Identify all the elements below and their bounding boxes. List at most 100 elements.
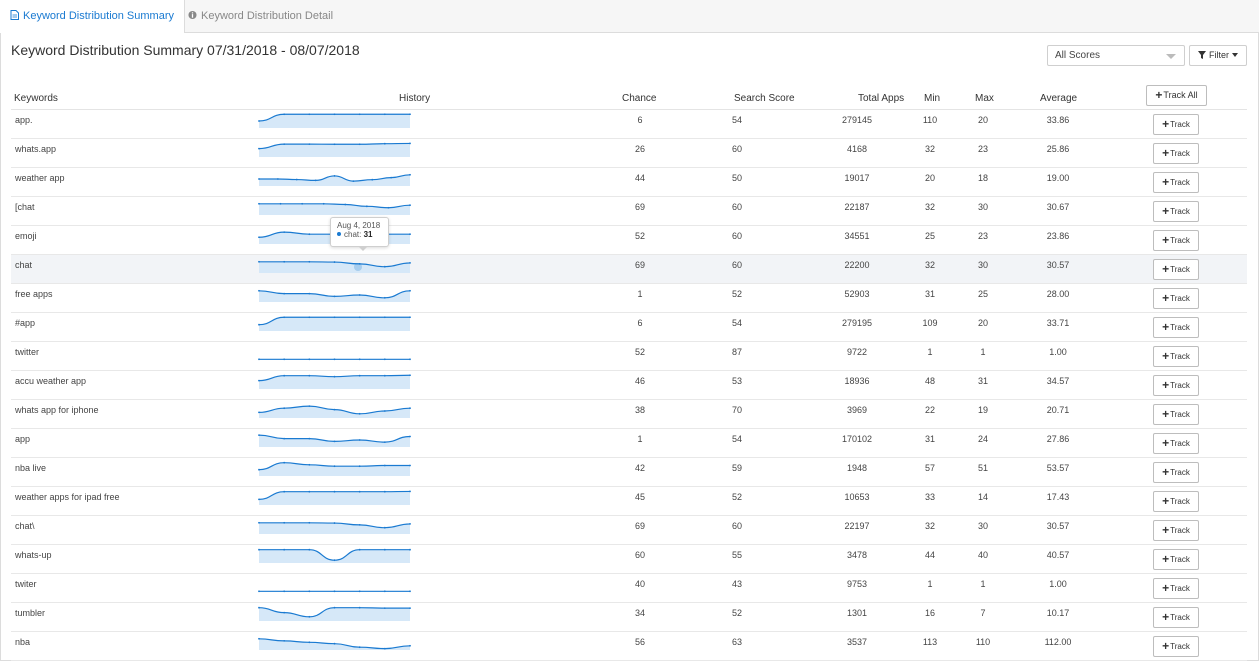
sparkline-point xyxy=(409,590,411,593)
chance-cell: 52 xyxy=(634,231,645,241)
track-button[interactable]: +Track xyxy=(1153,172,1199,193)
min-cell: 33 xyxy=(924,492,935,502)
sparkline-point xyxy=(308,113,311,116)
column-header-min[interactable]: Min xyxy=(924,93,940,104)
track-button[interactable]: +Track xyxy=(1153,288,1199,309)
history-sparkline[interactable] xyxy=(258,169,411,189)
sparkline-point xyxy=(258,147,260,150)
track-button[interactable]: +Track xyxy=(1153,462,1199,483)
sparkline-point xyxy=(409,523,411,525)
track-label: Track xyxy=(1170,294,1190,303)
history-sparkline[interactable] xyxy=(258,198,411,218)
sparkline-point xyxy=(279,202,282,205)
sparkline-point xyxy=(383,142,386,145)
history-sparkline[interactable] xyxy=(258,372,411,392)
track-button[interactable]: +Track xyxy=(1153,520,1199,541)
track-button[interactable]: +Track xyxy=(1153,549,1199,570)
history-sparkline[interactable] xyxy=(258,285,411,305)
sparkline-point xyxy=(283,437,286,440)
history-sparkline[interactable] xyxy=(258,430,411,450)
history-sparkline[interactable] xyxy=(258,111,411,131)
min-cell: 31 xyxy=(924,289,935,299)
track-button[interactable]: +Track xyxy=(1153,578,1199,599)
search-score-cell: 63 xyxy=(731,637,742,647)
track-button[interactable]: +Track xyxy=(1153,607,1199,628)
min-cell: 32 xyxy=(924,144,935,154)
track-label: Track xyxy=(1170,323,1190,332)
track-button[interactable]: +Track xyxy=(1153,230,1199,251)
sparkline-point xyxy=(383,441,386,443)
track-button[interactable]: +Track xyxy=(1153,404,1199,425)
track-button[interactable]: +Track xyxy=(1153,375,1199,396)
sparkline-point xyxy=(308,437,311,440)
history-sparkline[interactable] xyxy=(258,314,411,334)
sparkline-point xyxy=(333,316,336,319)
tooltip-series-name: chat: xyxy=(344,230,362,239)
column-header-keywords[interactable]: Keywords xyxy=(14,93,58,104)
track-button[interactable]: +Track xyxy=(1153,143,1199,164)
sparkline-point xyxy=(283,231,286,233)
column-header-chance[interactable]: Chance xyxy=(622,93,656,104)
history-sparkline[interactable] xyxy=(258,488,411,508)
history-sparkline[interactable] xyxy=(258,140,411,160)
tab-keyword-distribution-detail[interactable]: Keyword Distribution Detail xyxy=(178,0,343,32)
sparkline-point xyxy=(333,465,336,468)
track-button[interactable]: +Track xyxy=(1153,114,1199,135)
history-sparkline[interactable] xyxy=(258,604,411,624)
search-score-cell: 54 xyxy=(731,318,742,328)
column-header-total-apps[interactable]: Total Apps xyxy=(858,93,904,104)
chance-cell: 69 xyxy=(634,202,645,212)
scores-select[interactable]: All Scores xyxy=(1047,45,1185,66)
max-cell: 23 xyxy=(977,144,988,154)
history-sparkline[interactable] xyxy=(258,575,411,595)
tab-keyword-distribution-summary[interactable]: Keyword Distribution Summary xyxy=(0,0,185,33)
chance-cell: 26 xyxy=(634,144,645,154)
track-button[interactable]: +Track xyxy=(1153,491,1199,512)
sparkline-point xyxy=(409,548,411,551)
history-sparkline[interactable] xyxy=(258,343,411,363)
history-sparkline[interactable] xyxy=(258,633,411,653)
keyword-cell: free apps xyxy=(15,289,53,299)
history-sparkline[interactable] xyxy=(258,459,411,479)
sparkline-point xyxy=(308,260,311,263)
sparkline-point xyxy=(258,289,260,292)
plus-icon: + xyxy=(1162,494,1170,508)
chance-cell: 6 xyxy=(637,318,643,328)
track-button[interactable]: +Track xyxy=(1153,201,1199,222)
column-header-average[interactable]: Average xyxy=(1040,93,1077,104)
sparkline-point xyxy=(409,142,411,145)
track-all-button[interactable]: +Track All xyxy=(1146,85,1207,106)
column-header-history[interactable]: History xyxy=(399,93,430,104)
column-header-max[interactable]: Max xyxy=(975,93,994,104)
history-sparkline[interactable] xyxy=(258,517,411,537)
sparkline-point xyxy=(258,379,260,382)
track-button[interactable]: +Track xyxy=(1153,346,1199,367)
tab-bar: Keyword Distribution Summary Keyword Dis… xyxy=(0,0,1259,33)
sparkline-point xyxy=(301,202,304,205)
sparkline-point xyxy=(333,113,336,116)
track-button[interactable]: +Track xyxy=(1153,259,1199,280)
history-sparkline[interactable] xyxy=(258,256,411,276)
sparkline-point xyxy=(358,439,361,441)
history-sparkline[interactable] xyxy=(258,401,411,421)
sparkline-point xyxy=(308,358,311,361)
average-cell: 30.57 xyxy=(1046,521,1070,531)
sparkline-point xyxy=(308,521,311,524)
sparkline-point xyxy=(258,548,260,551)
plus-icon: + xyxy=(1162,465,1170,479)
track-button[interactable]: +Track xyxy=(1153,317,1199,338)
column-header-search-score[interactable]: Search Score xyxy=(734,93,795,104)
track-label: Track xyxy=(1170,439,1190,448)
min-cell: 57 xyxy=(924,463,935,473)
track-button[interactable]: +Track xyxy=(1153,433,1199,454)
track-label: Track xyxy=(1170,381,1190,390)
max-cell: 1 xyxy=(980,347,986,357)
track-label: Track xyxy=(1170,468,1190,477)
average-cell: 33.86 xyxy=(1046,115,1070,125)
track-button[interactable]: +Track xyxy=(1153,636,1199,657)
sparkline-point xyxy=(333,606,336,609)
history-sparkline[interactable] xyxy=(258,546,411,566)
table-row: chat 69 60 22200 32 30 30.57 +Track xyxy=(11,255,1247,284)
filter-button[interactable]: Filter xyxy=(1189,45,1247,66)
sparkline-point xyxy=(258,590,260,593)
